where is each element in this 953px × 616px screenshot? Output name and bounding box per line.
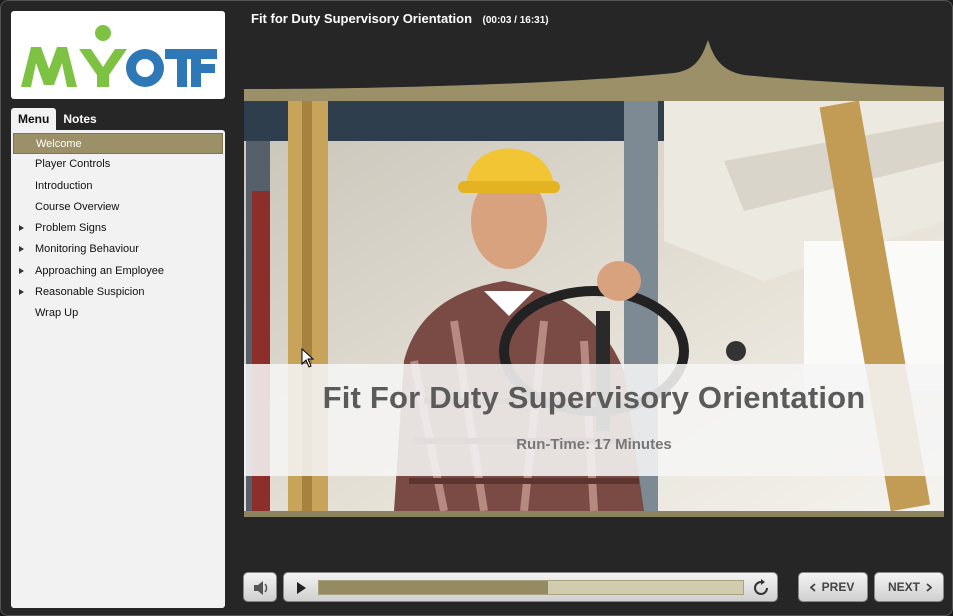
- course-title-bar: Fit for Duty Supervisory Orientation (00…: [251, 10, 549, 28]
- logo: [11, 11, 225, 99]
- prev-button[interactable]: PREV: [798, 572, 868, 602]
- expand-arrow-icon[interactable]: [19, 289, 24, 296]
- mouse-cursor-icon: [301, 348, 315, 368]
- menu-item-reasonable-suspicion[interactable]: Reasonable Suspicion: [13, 282, 223, 303]
- slide-heading: Fit For Duty Supervisory Orientation: [322, 380, 866, 415]
- course-player: Menu Notes Welcome Player Controls Intro…: [0, 0, 953, 616]
- menu-item-label: Welcome: [36, 138, 82, 150]
- menu-item-label: Player Controls: [35, 158, 111, 171]
- speaker-icon: [254, 581, 268, 595]
- progress-track[interactable]: [318, 580, 744, 595]
- menu-item-label: Introduction: [35, 179, 93, 192]
- menu-item-player-controls[interactable]: Player Controls: [13, 154, 223, 175]
- next-label: NEXT: [887, 580, 920, 594]
- progress-fill: [319, 581, 548, 594]
- decorative-wave: [244, 40, 944, 103]
- playback-time: (00:03 / 16:31): [482, 15, 549, 26]
- menu-item-label: Wrap Up: [35, 307, 79, 320]
- menu-item-label: Course Overview: [35, 200, 120, 213]
- menu-item-course-overview[interactable]: Course Overview: [13, 197, 223, 218]
- expand-arrow-icon[interactable]: [19, 267, 24, 274]
- menu-item-label: Monitoring Behaviour: [35, 243, 139, 256]
- prev-label: PREV: [821, 580, 855, 594]
- menu-item-approaching-an-employee[interactable]: Approaching an Employee: [13, 261, 223, 282]
- menu-item-problem-signs[interactable]: Problem Signs: [13, 218, 223, 239]
- menu-item-wrap-up[interactable]: Wrap Up: [13, 303, 223, 324]
- menu-item-label: Approaching an Employee: [35, 264, 165, 277]
- slide-image: Fit For Duty Supervisory Orientation Run…: [244, 101, 944, 511]
- chevron-right-icon: [926, 583, 932, 592]
- slide-caption: Fit For Duty Supervisory Orientation Run…: [244, 364, 944, 476]
- menu-item-introduction[interactable]: Introduction: [13, 176, 223, 197]
- replay-icon[interactable]: [752, 579, 770, 597]
- next-button[interactable]: NEXT: [874, 572, 944, 602]
- course-title: Fit for Duty Supervisory Orientation: [251, 11, 473, 26]
- expand-arrow-icon[interactable]: [19, 225, 24, 232]
- slide-bottom-bar: [244, 511, 944, 517]
- tab-menu[interactable]: Menu: [11, 108, 57, 130]
- tab-notes[interactable]: Notes: [56, 108, 103, 130]
- menu-item-label: Problem Signs: [35, 222, 107, 235]
- slide-subheading: Run-Time: 17 Minutes: [516, 436, 672, 453]
- mute-button[interactable]: [243, 572, 277, 602]
- playback-bar: [283, 572, 778, 602]
- menu-item-label: Reasonable Suspicion: [35, 286, 145, 299]
- play-icon[interactable]: [297, 582, 306, 594]
- menu-item-monitoring-behaviour[interactable]: Monitoring Behaviour: [13, 239, 223, 260]
- menu-panel: Welcome Player Controls Introduction Cou…: [11, 130, 225, 608]
- sidebar-tabs: Menu Notes: [11, 108, 104, 130]
- menu-item-welcome[interactable]: Welcome: [13, 133, 223, 155]
- myotf-logo-icon: [21, 25, 217, 87]
- expand-arrow-icon[interactable]: [19, 246, 24, 253]
